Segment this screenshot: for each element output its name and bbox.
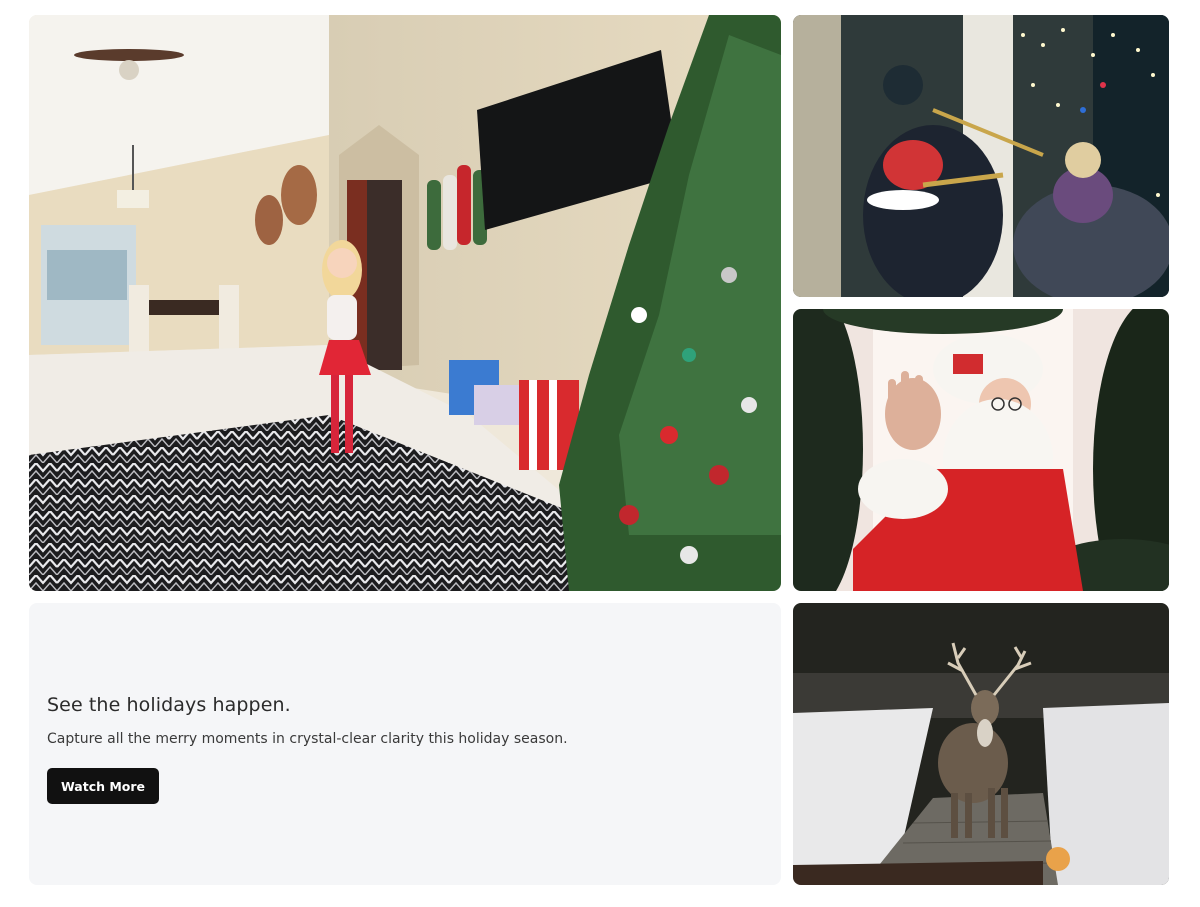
- holiday-promo-card: See the holidays happen. Capture all the…: [29, 603, 781, 885]
- brass-band-porch-camera-image: [793, 15, 1169, 297]
- santa-waving-doorbell-camera-image: [793, 309, 1169, 591]
- promo-subheading: Capture all the merry moments in crystal…: [47, 731, 568, 747]
- deer-snowy-yard-camera-image: [793, 603, 1169, 885]
- promo-heading: See the holidays happen.: [47, 694, 291, 716]
- living-room-christmas-tree-camera-image: [29, 15, 781, 591]
- holiday-gallery-grid: See the holidays happen. Capture all the…: [29, 15, 1169, 885]
- watch-more-button[interactable]: Watch More: [47, 768, 159, 804]
